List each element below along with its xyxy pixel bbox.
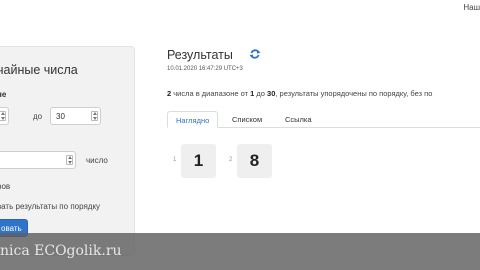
spinner-arrows-icon[interactable] (0, 111, 6, 121)
range-label: не (0, 90, 7, 99)
count-input[interactable] (0, 151, 76, 169)
refresh-icon[interactable] (249, 48, 261, 60)
tab-visual[interactable]: Наглядно (167, 111, 219, 128)
count-suffix: число (86, 156, 108, 165)
settings-panel: чайные числа не до 30 число ров вать рез… (0, 46, 135, 256)
tab-link[interactable]: Ссылка (277, 111, 320, 128)
option-unique-label[interactable]: ров (0, 182, 10, 191)
number-index: 2 (229, 157, 233, 163)
number-index: 1 (173, 157, 177, 163)
result-number: 1 (181, 144, 216, 178)
spinner-arrows-icon[interactable] (91, 111, 98, 121)
watermark-banner: nica ECOgolik.ru (0, 233, 480, 270)
range-to-input[interactable]: 30 (50, 107, 101, 125)
tab-list[interactable]: Списком (224, 111, 270, 128)
results-title: Результаты (167, 48, 233, 62)
spinner-arrows-icon[interactable] (66, 155, 73, 165)
header-link[interactable]: Наш (463, 3, 480, 12)
settings-title: чайные числа (0, 63, 78, 77)
range-to-label: до (33, 112, 43, 121)
results-timestamp: 10.01.2020 16:47:29 UTC+3 (167, 66, 243, 72)
range-from-input[interactable] (0, 107, 9, 125)
result-number: 8 (237, 144, 272, 178)
watermark-text: nica ECOgolik.ru (0, 243, 122, 259)
results-summary: 2 числа в диапазоне от 1 до 30, результа… (167, 89, 433, 98)
option-sorted-label[interactable]: вать результаты по порядку (0, 202, 100, 211)
results-tabs: Наглядно Списком Ссылка (167, 111, 480, 128)
